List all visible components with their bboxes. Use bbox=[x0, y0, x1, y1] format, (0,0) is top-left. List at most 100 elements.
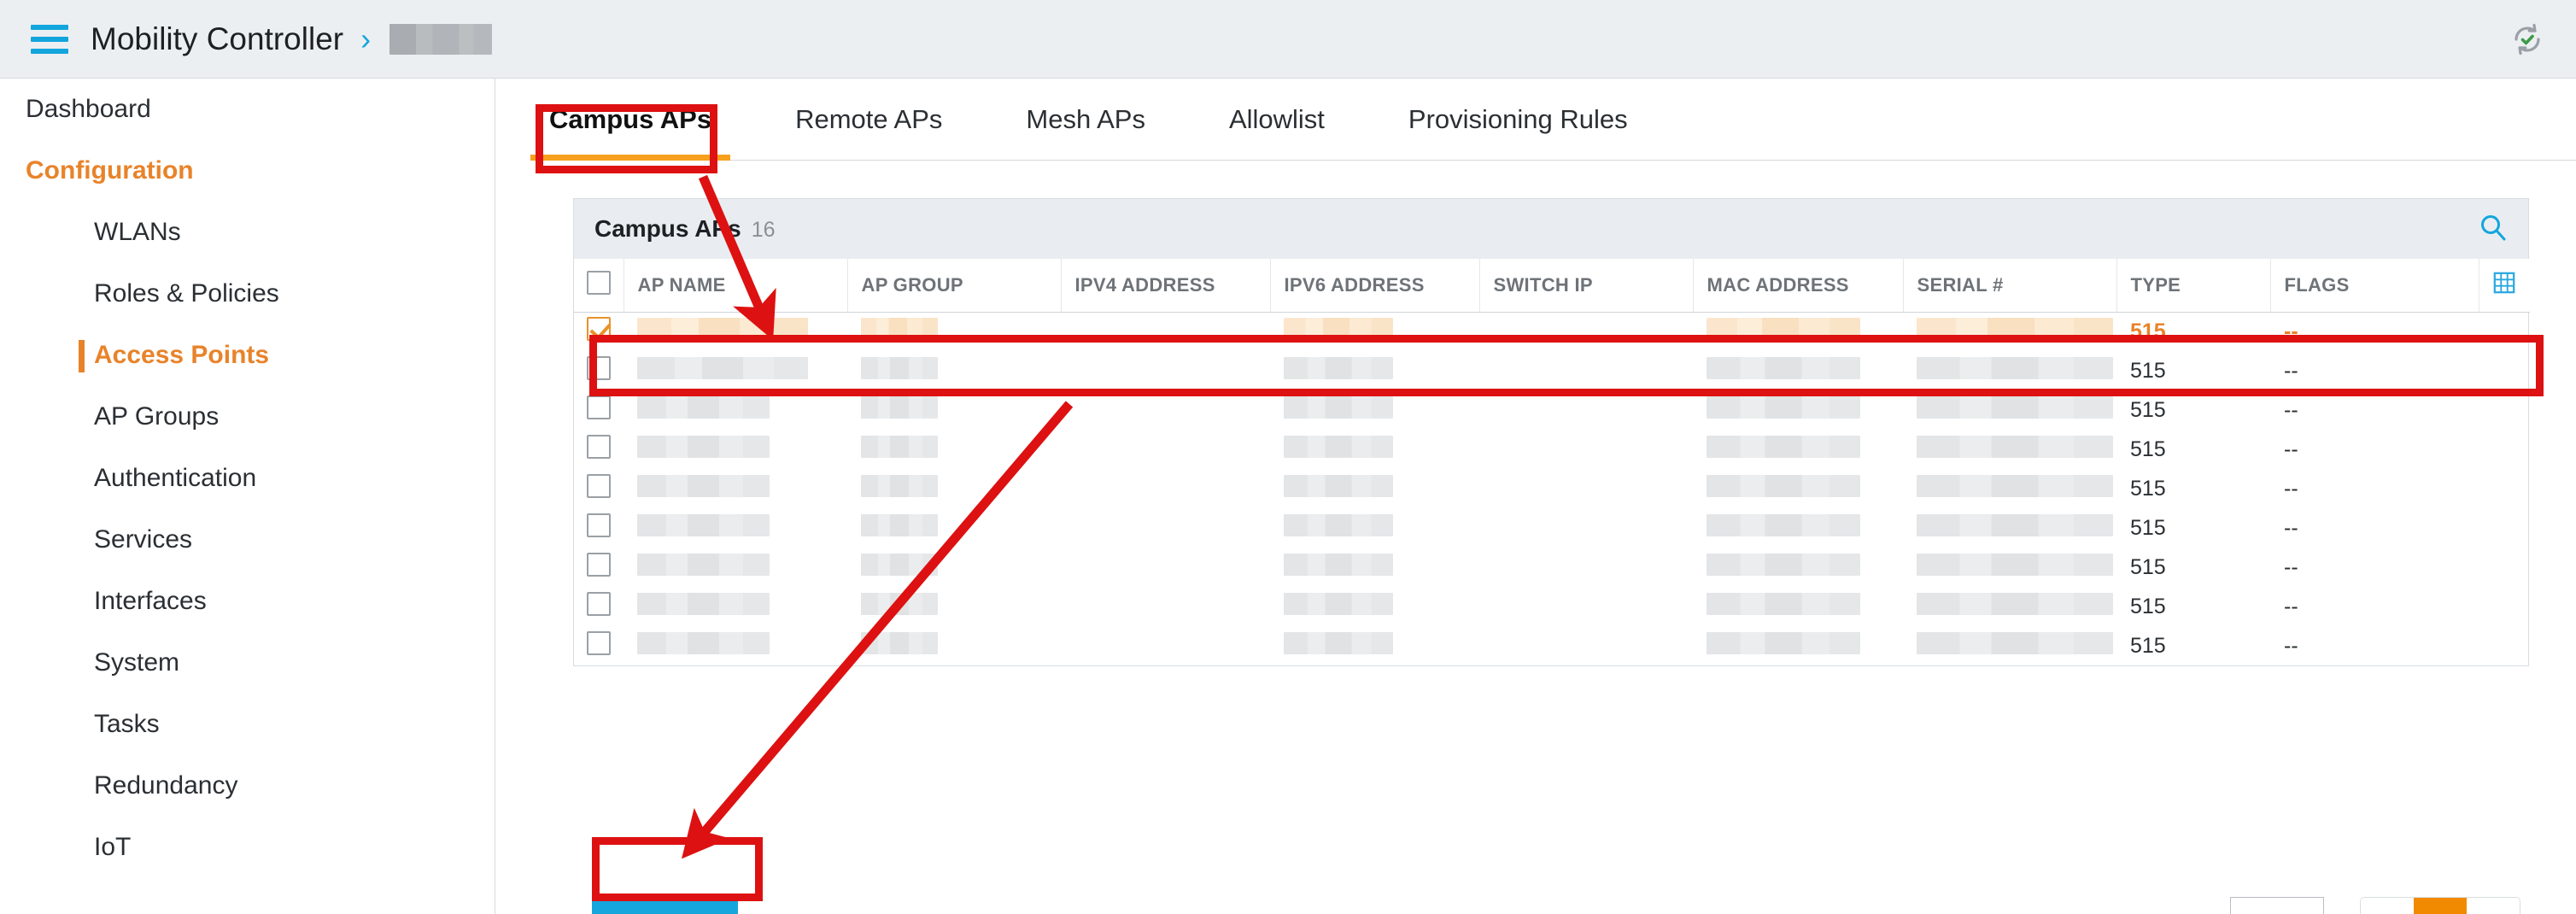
table-row[interactable]: 515 -- bbox=[574, 508, 2530, 548]
redacted-value bbox=[861, 553, 938, 576]
page-size-select[interactable]: 50 ❯ bbox=[2230, 897, 2324, 914]
row-checkbox[interactable] bbox=[587, 473, 611, 498]
tab-provisioning-rules[interactable]: Provisioning Rules bbox=[1390, 79, 1647, 161]
sidebar-item-configuration[interactable]: Configuration bbox=[0, 140, 495, 202]
row-checkbox-cell[interactable] bbox=[574, 587, 624, 626]
cell-ap-group bbox=[847, 469, 1061, 508]
sidebar-item-redundancy[interactable]: Redundancy bbox=[0, 755, 495, 817]
cell-ap-group bbox=[847, 390, 1061, 430]
redacted-value bbox=[637, 474, 770, 497]
table-row[interactable]: 515 -- bbox=[574, 587, 2530, 626]
cell-flags: -- bbox=[2284, 319, 2298, 343]
select-all-checkbox[interactable] bbox=[586, 270, 611, 295]
column-header-ap-group[interactable]: AP GROUP bbox=[847, 259, 1062, 313]
cell-ap-group bbox=[847, 548, 1061, 587]
cell-switch-ip bbox=[1479, 548, 1693, 587]
row-checkbox-cell[interactable] bbox=[574, 508, 624, 548]
sidebar-item-label: System bbox=[94, 648, 180, 677]
cell-ipv4-address bbox=[1061, 548, 1270, 587]
redacted-value bbox=[637, 317, 808, 340]
cell-switch-ip bbox=[1479, 587, 1693, 626]
row-checkbox-cell[interactable] bbox=[574, 351, 624, 390]
sidebar-item-roles-policies[interactable]: Roles & Policies bbox=[0, 263, 495, 325]
cell-type: 515 bbox=[2130, 476, 2166, 501]
row-checkbox[interactable] bbox=[587, 513, 611, 537]
row-checkbox[interactable] bbox=[587, 630, 611, 655]
row-checkbox[interactable] bbox=[587, 434, 611, 459]
next-page-button[interactable]: › bbox=[2467, 898, 2520, 914]
column-header-switch-ip[interactable]: SWITCH IP bbox=[1479, 259, 1694, 313]
tab-remote-aps[interactable]: Remote APs bbox=[776, 79, 961, 161]
table-row[interactable]: 515 -- bbox=[574, 469, 2530, 508]
row-checkbox[interactable] bbox=[587, 316, 611, 341]
cell-spacer bbox=[2479, 430, 2530, 469]
row-checkbox[interactable] bbox=[587, 395, 611, 419]
table-row[interactable]: 515 -- bbox=[574, 430, 2530, 469]
column-header-ipv4-address[interactable]: IPV4 ADDRESS bbox=[1061, 259, 1271, 313]
row-checkbox[interactable] bbox=[587, 552, 611, 577]
sidebar-item-authentication[interactable]: Authentication bbox=[0, 448, 495, 509]
sidebar-item-wlans[interactable]: WLANs bbox=[0, 202, 495, 263]
row-checkbox-cell[interactable] bbox=[574, 312, 624, 351]
sidebar-item-tasks[interactable]: Tasks bbox=[0, 694, 495, 755]
redacted-value bbox=[1707, 592, 1860, 615]
cell-mac-address bbox=[1693, 469, 1903, 508]
row-checkbox-cell[interactable] bbox=[574, 548, 624, 587]
table-row[interactable]: 515 -- bbox=[574, 312, 2530, 351]
sidebar-item-iot[interactable]: IoT bbox=[0, 817, 495, 878]
sidebar-item-ap-groups[interactable]: AP Groups bbox=[0, 386, 495, 448]
table-row[interactable]: 515 -- bbox=[574, 390, 2530, 430]
cell-mac-address bbox=[1693, 312, 1903, 351]
column-header-ipv6-address[interactable]: IPV6 ADDRESS bbox=[1270, 259, 1480, 313]
prev-page-button[interactable]: ‹ bbox=[2361, 898, 2414, 914]
column-header-serial[interactable]: SERIAL # bbox=[1903, 259, 2117, 313]
panel-header: Campus APs 16 bbox=[574, 199, 2528, 259]
row-checkbox[interactable] bbox=[587, 355, 611, 380]
row-checkbox-cell[interactable] bbox=[574, 626, 624, 665]
redacted-value bbox=[1707, 474, 1860, 497]
page-number-1[interactable]: 1 bbox=[2414, 898, 2467, 914]
column-header-ap-name[interactable]: AP NAME bbox=[624, 259, 848, 313]
select-all-header[interactable] bbox=[574, 259, 624, 313]
cell-spacer bbox=[2479, 469, 2530, 508]
cell-ap-group bbox=[847, 351, 1061, 390]
panel-title-group: Campus APs 16 bbox=[594, 215, 776, 243]
table-row[interactable]: 515 -- bbox=[574, 351, 2530, 390]
sidebar-item-services[interactable]: Services bbox=[0, 509, 495, 571]
sidebar-item-dashboard[interactable]: Dashboard bbox=[0, 79, 495, 140]
cell-ap-name bbox=[624, 469, 847, 508]
sidebar-item-system[interactable]: System bbox=[0, 632, 495, 694]
cell-ap-name bbox=[624, 508, 847, 548]
column-header-flags[interactable]: FLAGS bbox=[2270, 259, 2479, 313]
table-row[interactable]: 515 -- bbox=[574, 626, 2530, 665]
redacted-value bbox=[637, 592, 770, 615]
provision-button[interactable]: Provision bbox=[592, 900, 739, 914]
sidebar-item-interfaces[interactable]: Interfaces bbox=[0, 571, 495, 632]
cell-ipv6-address bbox=[1270, 351, 1479, 390]
column-header-type[interactable]: TYPE bbox=[2116, 259, 2271, 313]
redacted-value bbox=[637, 553, 770, 576]
column-header-mac-address[interactable]: MAC ADDRESS bbox=[1693, 259, 1904, 313]
cell-type: 515 bbox=[2130, 319, 2166, 343]
redacted-value bbox=[1917, 513, 2113, 536]
sidebar-item-label: IoT bbox=[94, 833, 132, 861]
sync-check-icon[interactable] bbox=[2509, 21, 2545, 57]
redacted-value bbox=[1707, 513, 1860, 536]
tab-mesh-aps[interactable]: Mesh APs bbox=[1007, 79, 1164, 161]
column-chooser-grid-icon[interactable] bbox=[2479, 259, 2530, 313]
search-icon[interactable] bbox=[2479, 213, 2508, 246]
sidebar-item-access-points[interactable]: Access Points bbox=[0, 325, 495, 386]
table-row[interactable]: 515 -- bbox=[574, 548, 2530, 587]
tab-allowlist[interactable]: Allowlist bbox=[1210, 79, 1344, 161]
tab-campus-aps[interactable]: Campus APs bbox=[530, 79, 731, 161]
cell-flags: -- bbox=[2284, 397, 2298, 422]
row-checkbox[interactable] bbox=[587, 591, 611, 616]
hamburger-icon[interactable] bbox=[31, 24, 68, 54]
campus-aps-table: AP NAME AP GROUP IPV4 ADDRESS IPV6 ADDRE… bbox=[574, 259, 2530, 665]
row-checkbox-cell[interactable] bbox=[574, 390, 624, 430]
sidebar-item-label: Authentication bbox=[94, 464, 257, 492]
cell-flags: -- bbox=[2284, 594, 2298, 618]
row-checkbox-cell[interactable] bbox=[574, 469, 624, 508]
table-footer: Provision 50 ❯ ‹ 1 › bbox=[573, 890, 2529, 914]
row-checkbox-cell[interactable] bbox=[574, 430, 624, 469]
